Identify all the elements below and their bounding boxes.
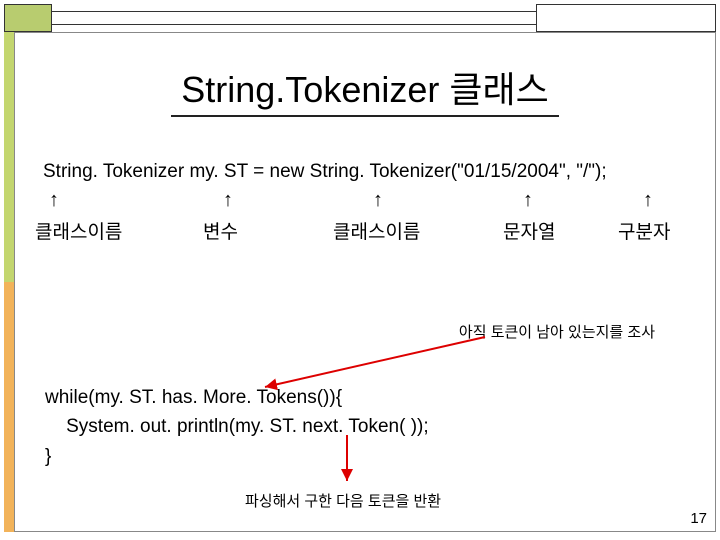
up-arrow-classname2: ↑ (373, 189, 383, 212)
label-classname1: 클래스이름 (35, 217, 122, 244)
arrow-row: ↑ ↑ ↑ ↑ ↑ (43, 189, 715, 213)
note-has-more-tokens: 아직 토큰이 남아 있는지를 조사 (459, 321, 655, 342)
code-line-close: } (45, 442, 429, 471)
top-left-accent-square (4, 4, 52, 32)
decorative-top-bar (4, 4, 716, 32)
up-arrow-classname1: ↑ (49, 189, 59, 212)
code-line-while: while(my. ST. has. More. Tokens()){ (45, 383, 429, 412)
up-arrow-delimiter: ↑ (643, 189, 653, 212)
page-number: 17 (690, 510, 707, 527)
top-right-box (536, 4, 716, 32)
left-accent-rail (4, 32, 14, 532)
slide-frame: String.Tokenizer 클래스 String. Tokenizer m… (14, 32, 716, 532)
label-string: 문자열 (503, 217, 555, 244)
while-loop-code: while(my. ST. has. More. Tokens()){ Syst… (45, 383, 429, 471)
code-line-println: System. out. println(my. ST. next. Token… (45, 412, 429, 441)
declaration-code-line: String. Tokenizer my. ST = new String. T… (43, 161, 715, 183)
up-arrow-string: ↑ (523, 189, 533, 212)
label-classname2: 클래스이름 (333, 217, 420, 244)
top-rule (52, 11, 536, 25)
label-variable: 변수 (203, 217, 238, 244)
label-delimiter: 구분자 (618, 217, 670, 244)
rail-green-segment (4, 32, 14, 282)
slide-title: String.Tokenizer 클래스 (171, 61, 558, 117)
up-arrow-variable: ↑ (223, 189, 233, 212)
label-row: 클래스이름 변수 클래스이름 문자열 구분자 (43, 217, 715, 243)
rail-orange-segment (4, 282, 14, 532)
note-next-token: 파싱해서 구한 다음 토큰을 반환 (245, 490, 441, 511)
